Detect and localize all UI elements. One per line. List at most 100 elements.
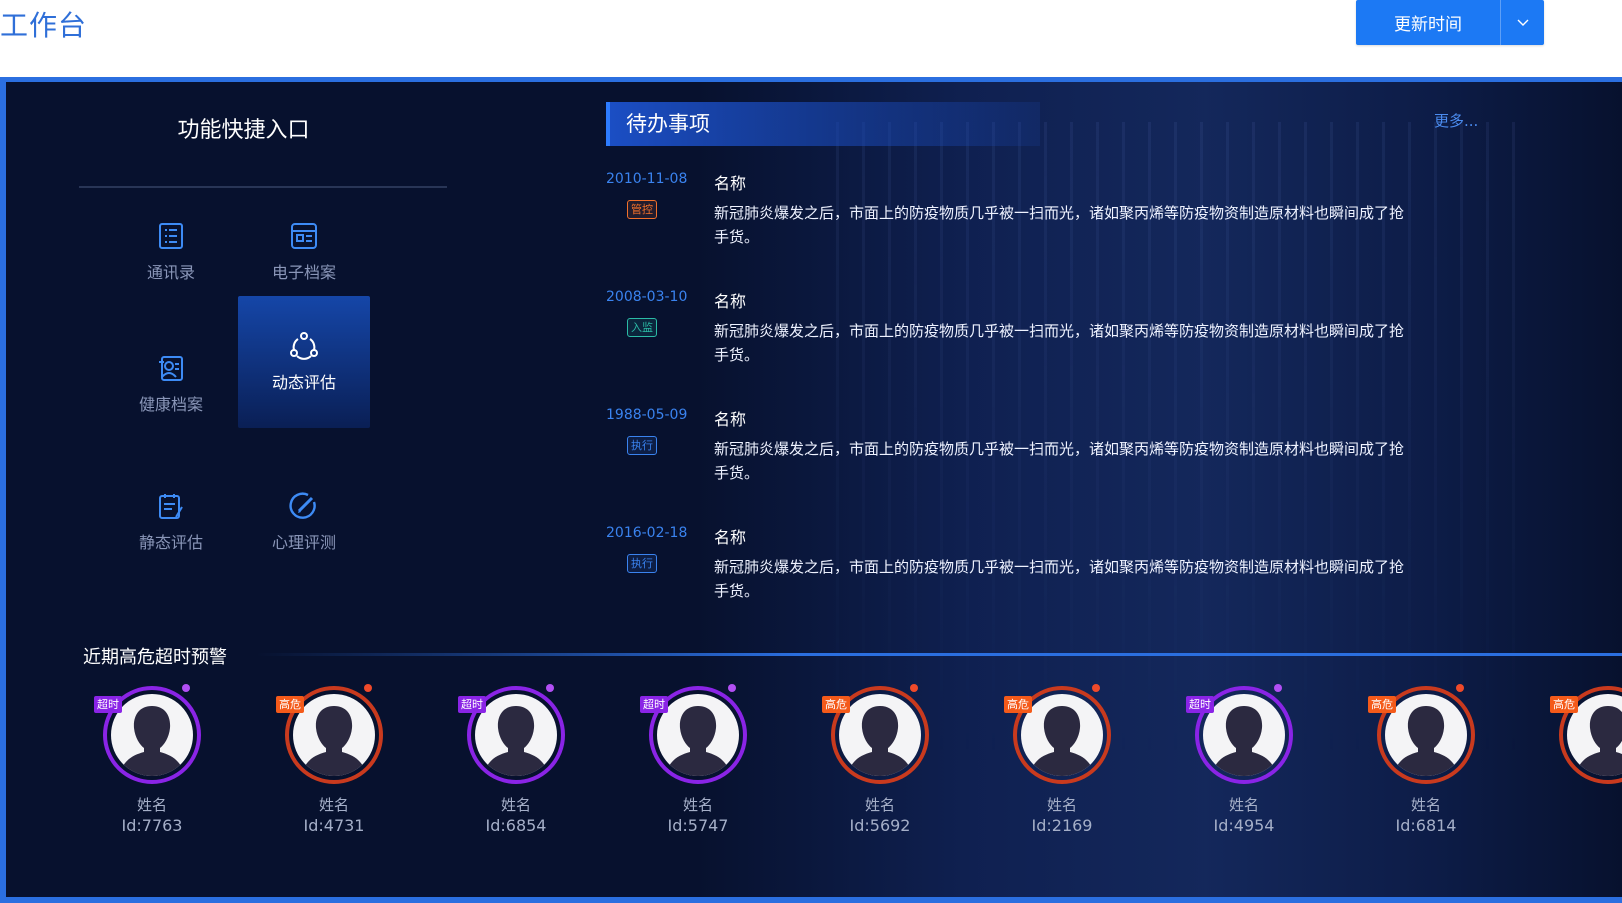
- dynamic-assessment-icon: [290, 332, 318, 360]
- warning-badge: 高危: [276, 696, 304, 713]
- quick-item-psychology-test[interactable]: 心理评测: [238, 456, 370, 588]
- todo-item[interactable]: 1988-05-09 执行 名称 新冠肺炎爆发之后，市面上的防疫物质几乎被一扫而…: [606, 407, 1406, 517]
- health-record-icon: [159, 356, 183, 381]
- person-id: Id:4954: [1213, 816, 1275, 835]
- ring-indicator-dot: [910, 684, 918, 692]
- avatar: [839, 694, 921, 776]
- chevron-down-icon: [1517, 19, 1528, 26]
- warning-badge: 高危: [1368, 696, 1396, 713]
- quick-item-label: 动态评估: [271, 373, 336, 392]
- warning-badge: 高危: [822, 696, 850, 713]
- person-name: 姓名: [500, 796, 531, 814]
- warning-person-card[interactable]: 高危: [1545, 682, 1622, 842]
- todo-status-tag: 管控: [627, 200, 657, 219]
- warning-person-card[interactable]: 高危姓名 Id:6814: [1363, 682, 1483, 842]
- todo-description: 新冠肺炎爆发之后，市面上的防疫物质几乎被一扫而光，诸如聚丙烯等防疫物资制造原材料…: [714, 558, 1405, 600]
- ring-indicator-dot: [1092, 684, 1100, 692]
- warning-person-card[interactable]: 高危姓名 Id:5692: [817, 682, 937, 842]
- avatar: [475, 694, 557, 776]
- ring-indicator-dot: [546, 684, 554, 692]
- todo-item[interactable]: 2016-02-18 执行 名称 新冠肺炎爆发之后，市面上的防疫物质几乎被一扫而…: [606, 525, 1406, 635]
- quick-item-label: 静态评估: [138, 533, 203, 552]
- avatar: [1021, 694, 1103, 776]
- warning-badge: 超时: [1186, 696, 1214, 713]
- quick-item-static-assessment[interactable]: 静态评估: [105, 456, 237, 588]
- person-id: Id:2169: [1031, 816, 1093, 835]
- quick-item-label: 通讯录: [146, 263, 195, 282]
- todo-title: 待办事项: [626, 112, 710, 136]
- update-time-dropdown-button[interactable]: [1500, 0, 1544, 45]
- todo-name: 名称: [714, 410, 747, 429]
- quick-item-label: 健康档案: [138, 395, 203, 414]
- todo-description: 新冠肺炎爆发之后，市面上的防疫物质几乎被一扫而光，诸如聚丙烯等防疫物资制造原材料…: [714, 440, 1405, 482]
- warning-person-card[interactable]: 超时姓名 Id:5747: [635, 682, 755, 842]
- warning-section-title: 近期高危超时预警: [83, 647, 227, 668]
- ring-indicator-dot: [728, 684, 736, 692]
- warning-badge: 超时: [640, 696, 668, 713]
- avatar: [1203, 694, 1285, 776]
- person-name: 姓名: [1410, 796, 1441, 814]
- quick-item-label: 心理评测: [271, 533, 336, 552]
- person-id: Id:6854: [485, 816, 547, 835]
- warning-person-card[interactable]: 超时姓名 Id:4954: [1181, 682, 1301, 842]
- warning-badge: 高危: [1004, 696, 1032, 713]
- person-id: Id:7763: [121, 816, 183, 835]
- update-time-button-group: 更新时间: [1356, 0, 1544, 45]
- update-time-button[interactable]: 更新时间: [1356, 0, 1500, 45]
- warning-badge: 超时: [94, 696, 122, 713]
- person-name: 姓名: [136, 796, 167, 814]
- todo-name: 名称: [714, 292, 747, 311]
- todo-name: 名称: [714, 528, 747, 547]
- ring-indicator-dot: [364, 684, 372, 692]
- todo-date: 2016-02-18: [606, 525, 688, 541]
- todo-description: 新冠肺炎爆发之后，市面上的防疫物质几乎被一扫而光，诸如聚丙烯等防疫物资制造原材料…: [714, 322, 1405, 364]
- todo-status-tag: 执行: [627, 554, 657, 573]
- todo-status-tag: 执行: [627, 436, 657, 455]
- todo-header: 待办事项: [606, 102, 1040, 146]
- ring-indicator-dot: [1274, 684, 1282, 692]
- warning-divider: [256, 653, 1622, 656]
- quick-item-label: 电子档案: [271, 263, 336, 282]
- avatar: [657, 694, 739, 776]
- person-name: 姓名: [318, 796, 349, 814]
- quick-item-dynamic-assessment[interactable]: 动态评估: [238, 296, 370, 428]
- page-title: 工作台: [0, 9, 88, 42]
- todo-item[interactable]: 2010-11-08 管控 名称 新冠肺炎爆发之后，市面上的防疫物质几乎被一扫而…: [606, 171, 1406, 281]
- warning-person-card[interactable]: 高危姓名 Id:2169: [999, 682, 1119, 842]
- psychology-test-icon: [289, 492, 316, 519]
- warning-badge: 超时: [458, 696, 486, 713]
- e-archive-icon: [291, 223, 317, 249]
- quick-access-title: 功能快捷入口: [177, 118, 310, 143]
- contacts-list-icon: [159, 223, 183, 249]
- dashboard-board: 功能快捷入口 通讯录 电子档案 健康档案 动态评估 静态评估 心理评测 待办事项…: [0, 77, 1622, 903]
- person-name: 姓名: [1046, 796, 1077, 814]
- person-id: Id:5747: [667, 816, 729, 835]
- avatar: [1385, 694, 1467, 776]
- todo-date: 2008-03-10: [606, 289, 688, 305]
- warning-person-card[interactable]: 高危姓名 Id:4731: [271, 682, 391, 842]
- todo-status-tag: 入监: [627, 318, 657, 337]
- person-id: Id:6814: [1395, 816, 1457, 835]
- avatar: [293, 694, 375, 776]
- person-name: 姓名: [1228, 796, 1259, 814]
- ring-indicator-dot: [1456, 684, 1464, 692]
- todo-date: 2010-11-08: [606, 171, 688, 187]
- person-id: Id:4731: [303, 816, 365, 835]
- todo-name: 名称: [714, 174, 747, 193]
- person-name: 姓名: [864, 796, 895, 814]
- todo-date: 1988-05-09: [606, 407, 688, 423]
- todo-more-link[interactable]: 更多...: [1434, 110, 1478, 131]
- dashboard-panel: 功能快捷入口 通讯录 电子档案 健康档案 动态评估 静态评估 心理评测 待办事项…: [6, 82, 1622, 897]
- todo-description: 新冠肺炎爆发之后，市面上的防疫物质几乎被一扫而光，诸如聚丙烯等防疫物资制造原材料…: [714, 204, 1405, 246]
- static-assessment-icon: [159, 494, 183, 519]
- warning-badge: 高危: [1550, 696, 1578, 713]
- quick-item-contacts[interactable]: 通讯录: [105, 186, 237, 318]
- person-name: 姓名: [682, 796, 713, 814]
- person-id: Id:5692: [849, 816, 911, 835]
- warning-person-card[interactable]: 超时姓名 Id:7763: [89, 682, 209, 842]
- todo-item[interactable]: 2008-03-10 入监 名称 新冠肺炎爆发之后，市面上的防疫物质几乎被一扫而…: [606, 289, 1406, 399]
- quick-item-health-record[interactable]: 健康档案: [105, 318, 237, 450]
- warning-person-card[interactable]: 超时姓名 Id:6854: [453, 682, 573, 842]
- avatar: [111, 694, 193, 776]
- ring-indicator-dot: [182, 684, 190, 692]
